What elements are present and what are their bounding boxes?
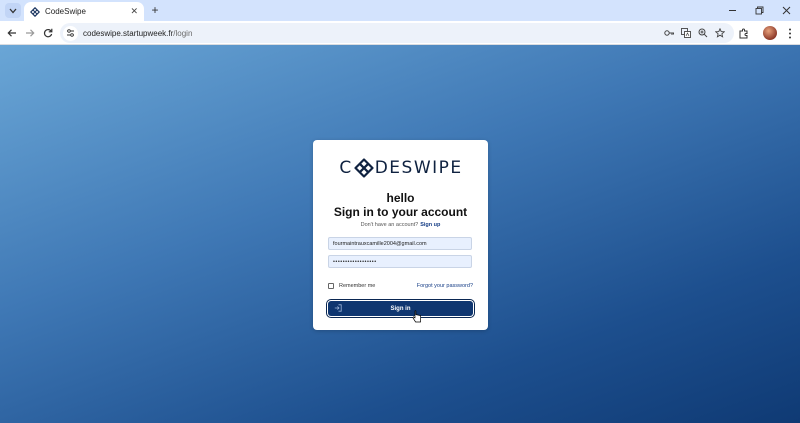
tab-search-icon[interactable] [5,3,21,18]
greeting-heading: hello [386,191,415,205]
forgot-password-link[interactable]: Forgot your password? [417,283,473,289]
url-domain: codeswipe.startupweek.fr [83,28,174,38]
page-title: Sign in to your account [333,205,468,219]
omnibox-actions [663,27,726,39]
zoom-icon[interactable] [697,27,709,39]
remember-me-checkbox[interactable] [328,283,334,289]
restore-icon[interactable] [746,0,773,21]
back-icon[interactable] [4,25,20,41]
bookmark-star-icon[interactable] [714,27,726,39]
remember-me[interactable]: Remember me [328,283,375,289]
page-background: C DESWIPE hello Sign in to your account … [0,45,800,423]
close-icon[interactable]: ✕ [130,6,138,17]
url-path: /login [173,28,193,38]
logo-mark-icon [354,158,374,178]
window-controls [719,0,800,21]
forward-icon[interactable] [22,25,38,41]
translate-icon[interactable] [680,27,692,39]
no-account-text: Don't have an account? [360,222,419,228]
menu-icon[interactable] [783,26,797,40]
reload-icon[interactable] [40,25,56,41]
plus-icon[interactable]: + [148,3,162,17]
avatar[interactable] [763,26,777,40]
login-card: C DESWIPE hello Sign in to your account … [313,140,488,330]
close-window-icon[interactable] [773,0,800,21]
signup-link[interactable]: Sign up [420,222,440,228]
sign-in-button[interactable]: Sign in [326,299,475,318]
password-key-icon[interactable] [663,27,675,39]
minimize-icon[interactable] [719,0,746,21]
signup-prompt: Don't have an account? Sign up [313,222,488,228]
tab-codeswipe[interactable]: CodeSwipe ✕ [24,2,144,21]
sign-in-label: Sign in [390,305,411,312]
site-info-icon[interactable] [63,25,78,41]
remember-me-label: Remember me [339,283,376,289]
mouse-cursor-icon [412,310,421,323]
codeswipe-logo: C DESWIPE [335,156,467,180]
browser-toolbar: codeswipe.startupweek.fr/login [0,21,800,45]
login-arrow-icon [334,304,342,312]
tab-title: CodeSwipe [45,7,86,16]
logo-text-right: DESWIPE [374,158,463,178]
email-field[interactable]: fourmaintrauxcamille2004@gmail.com [328,237,472,250]
codeswipe-favicon-icon [30,6,40,17]
address-bar[interactable]: codeswipe.startupweek.fr/login [60,23,734,43]
tab-strip: CodeSwipe ✕ + [0,0,800,21]
url-text: codeswipe.startupweek.fr/login [83,29,663,38]
extensions-icon[interactable] [736,26,750,40]
password-field[interactable]: •••••••••••••••••• [328,255,472,268]
logo-text-left: C [339,158,353,178]
